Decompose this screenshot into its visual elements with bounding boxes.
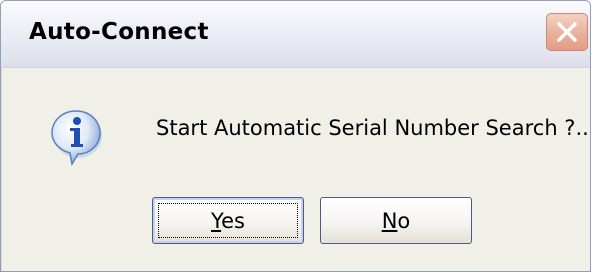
- dialog-message: Start Automatic Serial Number Search ?..…: [156, 116, 591, 140]
- no-button[interactable]: No: [320, 197, 472, 244]
- no-label-rest: o: [397, 208, 411, 233]
- information-icon: [51, 110, 102, 167]
- close-icon: [557, 22, 577, 42]
- yes-button-label: Yes: [211, 209, 245, 233]
- dialog-body: Start Automatic Serial Number Search ?..…: [1, 68, 591, 271]
- title-bar[interactable]: Auto-Connect: [1, 1, 590, 68]
- dialog-window: Auto-Connect Start Automatic Serial Numb…: [0, 0, 591, 272]
- yes-button[interactable]: Yes: [152, 197, 304, 244]
- no-mnemonic: N: [381, 208, 398, 233]
- yes-label-rest: es: [221, 208, 245, 233]
- yes-mnemonic: Y: [211, 208, 222, 233]
- window-title: Auto-Connect: [29, 19, 209, 45]
- no-button-label: No: [382, 209, 411, 233]
- close-button[interactable]: [546, 13, 588, 51]
